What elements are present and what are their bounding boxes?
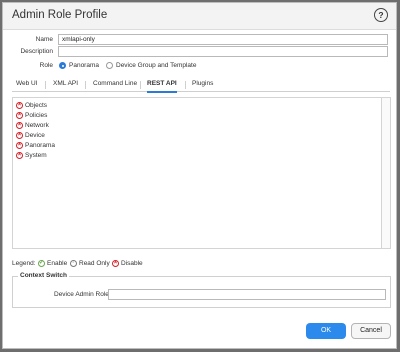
tab-rest-api[interactable]: REST API (147, 80, 177, 93)
dialog-title: Admin Role Profile (12, 9, 108, 21)
legend-read-only: Read Only (79, 260, 110, 267)
description-label: Description (20, 48, 53, 55)
list-item-label: Policies (25, 112, 48, 119)
disable-icon: × (112, 260, 119, 267)
disable-icon[interactable]: × (16, 132, 23, 139)
tab-web-ui[interactable]: Web UI (16, 80, 38, 91)
help-icon[interactable]: ? (374, 8, 388, 22)
list-item-label: Device (25, 132, 45, 139)
name-input[interactable]: xmlapi-only (58, 34, 388, 45)
permissions-list: × Objects × Policies × Network × Device … (12, 97, 382, 249)
tab-xml-api[interactable]: XML API (53, 80, 78, 91)
admin-role-profile-dialog: Admin Role Profile ? Name xmlapi-only De… (2, 2, 397, 349)
role-device-group-label: Device Group and Template (116, 62, 197, 69)
enable-icon: ✓ (38, 260, 45, 267)
disable-icon[interactable]: × (16, 152, 23, 159)
disable-icon[interactable]: × (16, 112, 23, 119)
device-admin-role-label: Device Admin Role (54, 291, 109, 298)
legend-disable: Disable (121, 260, 143, 267)
tab-separator (140, 81, 141, 89)
read-only-icon: ◦ (70, 260, 77, 267)
role-panorama-label: Panorama (69, 62, 99, 69)
context-switch-title: Context Switch (18, 272, 69, 279)
tab-separator (185, 81, 186, 89)
list-item-label: Panorama (25, 142, 55, 149)
legend-label: Legend: (12, 260, 36, 267)
tab-plugins[interactable]: Plugins (192, 80, 213, 91)
name-label: Name (35, 36, 53, 43)
role-label: Role (39, 62, 53, 69)
list-item-label: Network (25, 122, 49, 129)
tab-command-line[interactable]: Command Line (93, 80, 137, 91)
list-item-label: System (25, 152, 47, 159)
tab-separator (85, 81, 86, 89)
cancel-button[interactable]: Cancel (351, 323, 391, 339)
ok-button[interactable]: OK (306, 323, 346, 339)
role-device-group-radio[interactable] (106, 62, 113, 69)
disable-icon[interactable]: × (16, 122, 23, 129)
disable-icon[interactable]: × (16, 142, 23, 149)
tab-bar: Web UI XML API Command Line REST API Plu… (12, 77, 390, 93)
role-panorama-radio[interactable] (59, 62, 66, 69)
tab-separator (45, 81, 46, 89)
device-admin-role-input[interactable] (108, 289, 386, 300)
legend-enable: Enable (47, 260, 68, 267)
dialog-titlebar: Admin Role Profile ? (3, 3, 396, 30)
list-item-label: Objects (25, 102, 48, 109)
list-scrollbar[interactable] (382, 97, 391, 249)
description-input[interactable] (58, 46, 388, 57)
disable-icon[interactable]: × (16, 102, 23, 109)
